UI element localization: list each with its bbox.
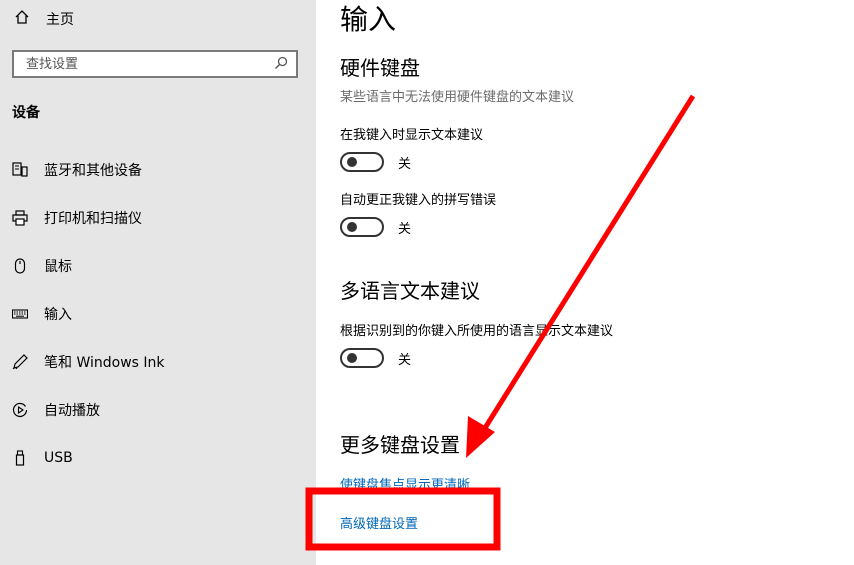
mouse-icon <box>12 258 28 274</box>
sidebar-item-bluetooth[interactable]: 蓝牙和其他设备 <box>12 158 302 182</box>
sidebar-item-autoplay[interactable]: 自动播放 <box>12 398 302 422</box>
home-nav[interactable]: 主页 <box>14 8 74 30</box>
sidebar-item-pen[interactable]: 笔和 Windows Ink <box>12 350 302 374</box>
section-title: 设备 <box>12 105 40 121</box>
multilingual-label: 根据识别到的你键入所使用的语言显示文本建议 <box>340 324 614 339</box>
printer-icon <box>12 210 28 226</box>
more-keyboard-heading: 更多键盘设置 <box>340 433 460 457</box>
sidebar-item-label: 输入 <box>44 307 72 323</box>
sidebar-item-label: 笔和 Windows Ink <box>44 355 165 371</box>
sidebar-item-label: 打印机和扫描仪 <box>44 211 142 227</box>
search-input[interactable] <box>24 55 258 73</box>
autocorrect-toggle[interactable] <box>340 217 384 237</box>
show-suggestions-label: 在我键入时显示文本建议 <box>340 128 484 143</box>
page-title: 输入 <box>340 3 397 36</box>
search-icon[interactable] <box>274 55 288 74</box>
sidebar-item-typing[interactable]: 输入 <box>12 302 302 326</box>
main-panel: 输入 硬件键盘 某些语言中无法使用硬件键盘的文本建议 在我键入时显示文本建议 关… <box>316 0 854 565</box>
autoplay-icon <box>12 402 28 418</box>
sidebar-item-usb[interactable]: USB <box>12 446 302 470</box>
autocorrect-state: 关 <box>398 221 412 237</box>
hardware-keyboard-heading: 硬件键盘 <box>340 56 420 80</box>
keyboard-icon <box>12 306 28 322</box>
sidebar: 主页 设备 蓝牙和其他设备 打印机和扫描仪 鼠标 输入 <box>0 0 316 565</box>
sidebar-item-mouse[interactable]: 鼠标 <box>12 254 302 278</box>
sidebar-item-label: 自动播放 <box>44 403 100 419</box>
sidebar-item-label: 蓝牙和其他设备 <box>44 163 142 179</box>
keyboard-focus-link[interactable]: 使键盘焦点显示更清晰 <box>340 474 470 493</box>
usb-icon <box>12 450 28 466</box>
show-suggestions-toggle[interactable] <box>340 152 384 172</box>
bluetooth-devices-icon <box>12 162 28 178</box>
sidebar-item-printers[interactable]: 打印机和扫描仪 <box>12 206 302 230</box>
autocorrect-label: 自动更正我键入的拼写错误 <box>340 193 497 208</box>
pen-icon <box>12 354 28 370</box>
multilingual-state: 关 <box>398 352 412 368</box>
home-icon <box>14 9 30 29</box>
toggle-knob <box>347 222 357 232</box>
sidebar-item-label: 鼠标 <box>44 259 72 275</box>
hardware-keyboard-description: 某些语言中无法使用硬件键盘的文本建议 <box>340 90 575 105</box>
toggle-knob <box>347 353 357 363</box>
search-box[interactable] <box>12 50 298 78</box>
multilingual-heading: 多语言文本建议 <box>340 279 480 303</box>
sidebar-item-label: USB <box>44 450 73 466</box>
toggle-knob <box>347 157 357 167</box>
advanced-keyboard-settings-link[interactable]: 高级键盘设置 <box>340 513 418 532</box>
multilingual-toggle[interactable] <box>340 348 384 368</box>
home-label: 主页 <box>46 12 74 28</box>
show-suggestions-state: 关 <box>398 156 412 172</box>
